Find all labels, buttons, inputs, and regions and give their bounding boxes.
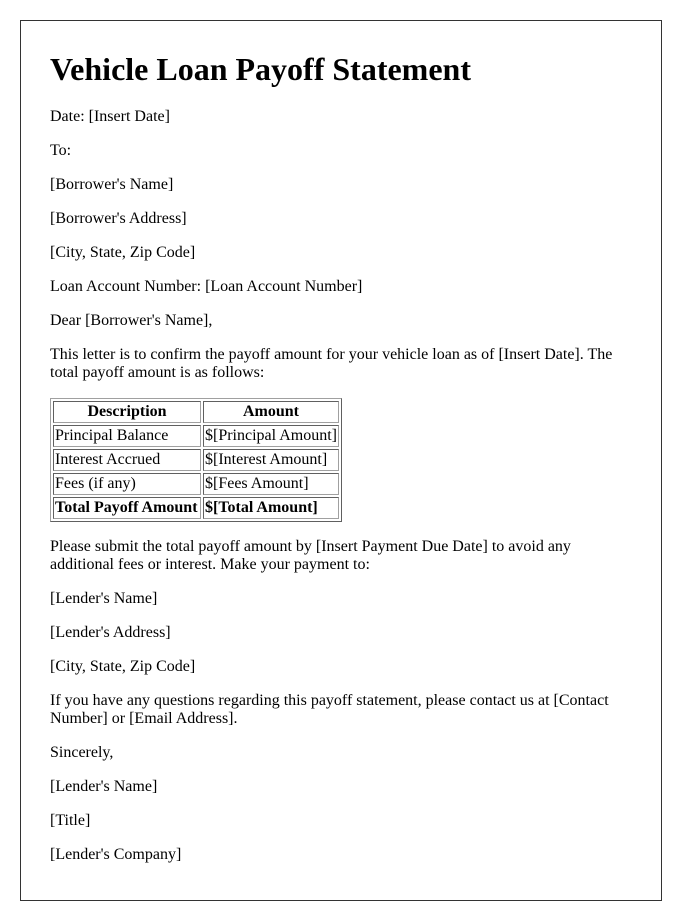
lender-name: [Lender's Name] bbox=[50, 590, 158, 607]
loan-account-line: Loan Account Number: [Loan Account Numbe… bbox=[50, 278, 363, 295]
closing: Sincerely, bbox=[50, 744, 114, 761]
recipient-name: [Borrower's Name] bbox=[50, 176, 174, 193]
contact-paragraph: If you have any questions regarding this… bbox=[50, 692, 609, 727]
row-description: Interest Accrued bbox=[53, 449, 201, 471]
recipient-city-state-zip: [City, State, Zip Code] bbox=[50, 244, 196, 261]
row-amount: $[Fees Amount] bbox=[203, 473, 339, 495]
letter-container: Vehicle Loan Payoff Statement Date: [Ins… bbox=[20, 20, 662, 901]
table-header-row: Description Amount bbox=[53, 401, 339, 423]
row-description: Fees (if any) bbox=[53, 473, 201, 495]
column-header-description: Description bbox=[53, 401, 201, 423]
to-label: To: bbox=[50, 142, 72, 159]
signature-company: [Lender's Company] bbox=[50, 846, 182, 863]
lender-address: [Lender's Address] bbox=[50, 624, 171, 641]
table-row: Principal Balance $[Principal Amount] bbox=[53, 425, 339, 447]
document-title: Vehicle Loan Payoff Statement bbox=[50, 51, 471, 87]
payoff-table: Description Amount Principal Balance $[P… bbox=[50, 398, 342, 522]
date-line: Date: [Insert Date] bbox=[50, 108, 170, 125]
table-row-total: Total Payoff Amount $[Total Amount] bbox=[53, 497, 339, 519]
total-amount: $[Total Amount] bbox=[203, 497, 339, 519]
row-description: Principal Balance bbox=[53, 425, 201, 447]
table-row: Fees (if any) $[Fees Amount] bbox=[53, 473, 339, 495]
intro-paragraph: This letter is to confirm the payoff amo… bbox=[50, 346, 613, 381]
salutation: Dear [Borrower's Name], bbox=[50, 312, 213, 329]
table-row: Interest Accrued $[Interest Amount] bbox=[53, 449, 339, 471]
signature-name: [Lender's Name] bbox=[50, 778, 158, 795]
row-amount: $[Interest Amount] bbox=[203, 449, 339, 471]
payment-paragraph: Please submit the total payoff amount by… bbox=[50, 538, 571, 573]
signature-title: [Title] bbox=[50, 812, 91, 829]
lender-city-state-zip: [City, State, Zip Code] bbox=[50, 658, 196, 675]
column-header-amount: Amount bbox=[203, 401, 339, 423]
total-description: Total Payoff Amount bbox=[53, 497, 201, 519]
row-amount: $[Principal Amount] bbox=[203, 425, 339, 447]
recipient-address: [Borrower's Address] bbox=[50, 210, 187, 227]
